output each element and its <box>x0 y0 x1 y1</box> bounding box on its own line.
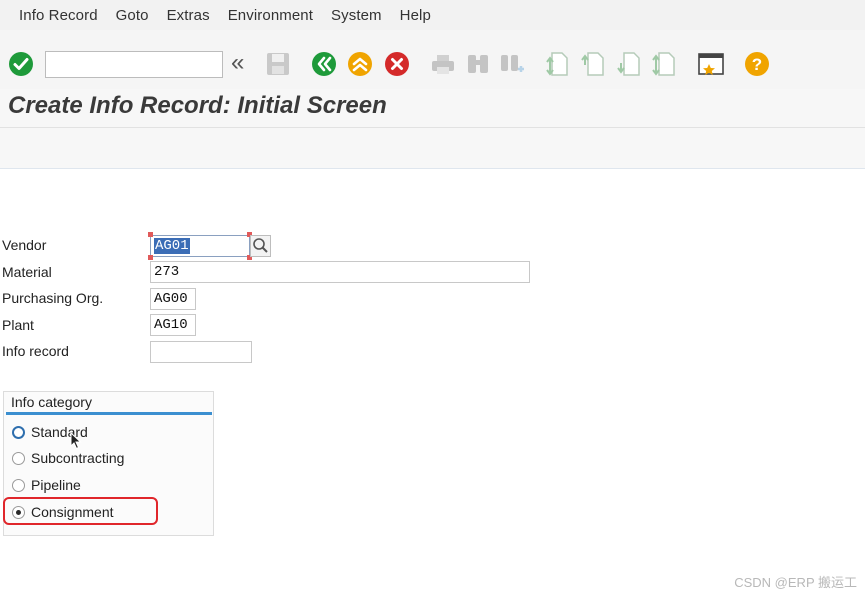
first-page-icon[interactable] <box>544 51 570 77</box>
watermark: CSDN @ERP 搬运工 <box>734 575 857 590</box>
exit-icon[interactable] <box>347 51 373 77</box>
menu-system[interactable]: System <box>331 7 382 24</box>
mouse-cursor-icon <box>70 432 82 450</box>
magnifier-icon <box>253 238 268 253</box>
radio-button[interactable] <box>12 479 25 492</box>
info-record-field[interactable] <box>150 341 252 363</box>
back-icon[interactable] <box>311 51 337 77</box>
radio-button[interactable] <box>12 426 25 439</box>
cancel-icon[interactable] <box>384 51 410 77</box>
vendor-field[interactable]: AG01 <box>150 235 250 257</box>
menu-bar: Info Record Goto Extras Environment Syst… <box>0 0 865 31</box>
save-icon[interactable] <box>265 51 291 77</box>
radio-label: Pipeline <box>31 477 81 493</box>
enter-icon[interactable] <box>8 51 34 77</box>
standard-toolbar: « ? <box>0 30 865 90</box>
vendor-label: Vendor <box>2 237 47 253</box>
consignment-highlight <box>3 497 158 525</box>
purchasing-org-label: Purchasing Org. <box>2 290 104 306</box>
next-page-icon[interactable] <box>616 51 642 77</box>
title-bar: Create Info Record: Initial Screen <box>0 89 865 128</box>
find-next-icon[interactable] <box>499 51 525 77</box>
radio-label: Subcontracting <box>31 450 125 466</box>
menu-info-record[interactable]: Info Record <box>19 7 98 24</box>
find-icon[interactable] <box>465 51 491 77</box>
plant-field[interactable]: AG10 <box>150 314 196 336</box>
material-label: Material <box>2 264 52 280</box>
command-field[interactable] <box>45 51 223 78</box>
menu-extras[interactable]: Extras <box>167 7 210 24</box>
vendor-search-help-button[interactable] <box>250 235 271 257</box>
radio-button[interactable] <box>12 452 25 465</box>
purchasing-org-field[interactable]: AG00 <box>150 288 196 310</box>
info-category-title: Info category <box>11 394 92 410</box>
help-icon[interactable]: ? <box>744 51 770 77</box>
selection-handle <box>148 255 153 260</box>
layout-icon[interactable] <box>698 51 724 77</box>
svg-text:?: ? <box>752 55 762 74</box>
vendor-value: AG01 <box>154 238 190 254</box>
collapse-chevron-icon[interactable]: « <box>231 50 244 76</box>
page-title: Create Info Record: Initial Screen <box>8 92 387 119</box>
last-page-icon[interactable] <box>651 51 677 77</box>
menu-goto[interactable]: Goto <box>116 7 149 24</box>
previous-page-icon[interactable] <box>580 51 606 77</box>
print-icon[interactable] <box>430 51 456 77</box>
info-record-label: Info record <box>2 343 69 359</box>
material-field[interactable]: 273 <box>150 261 530 283</box>
selection-handle <box>148 232 153 237</box>
group-title-underline <box>6 412 212 415</box>
application-toolbar <box>0 128 865 169</box>
plant-label: Plant <box>2 317 34 333</box>
menu-environment[interactable]: Environment <box>228 7 313 24</box>
menu-help[interactable]: Help <box>400 7 431 24</box>
